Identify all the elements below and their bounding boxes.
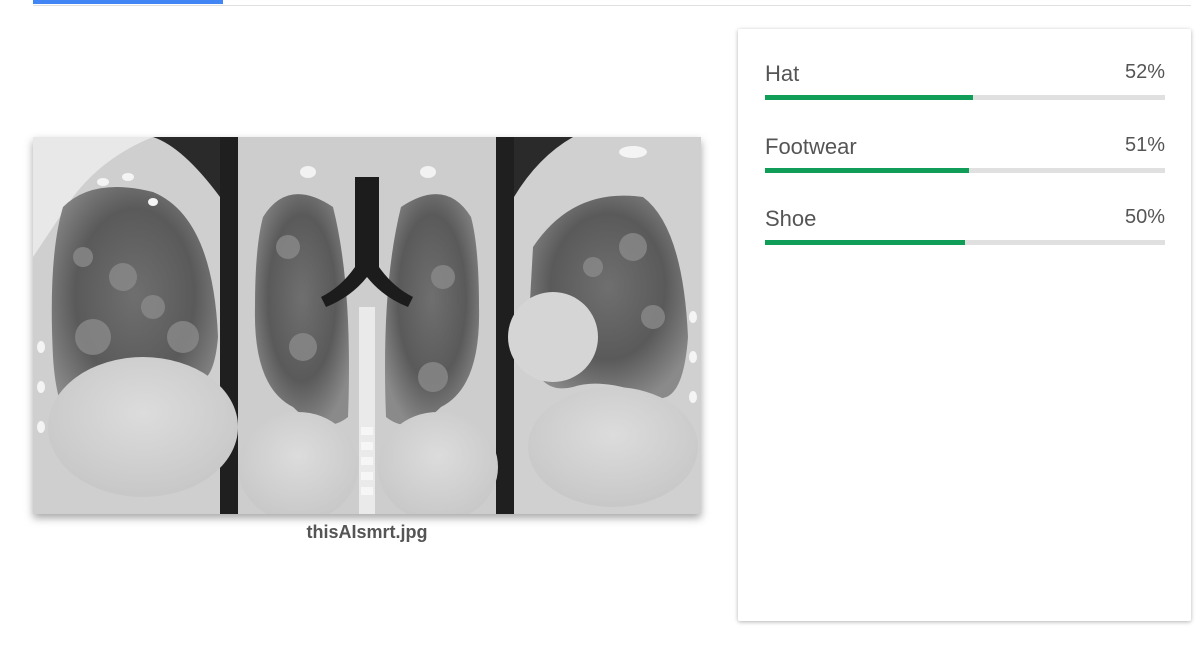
score-bar-fill <box>765 95 973 100</box>
image-preview <box>33 137 701 514</box>
label-score: 51% <box>1124 134 1165 156</box>
scan-panel-left <box>33 137 238 514</box>
score-bar-fill <box>765 168 969 173</box>
label-row-hat: Hat 52% <box>765 61 1165 105</box>
label-name: Shoe <box>765 206 817 231</box>
label-row-shoe: Shoe 50% <box>765 206 1165 250</box>
label-score: 52% <box>1124 61 1165 83</box>
score-bar-track <box>765 240 1165 245</box>
label-score: 50% <box>1124 206 1165 228</box>
active-tab-indicator[interactable] <box>33 0 223 4</box>
ct-scan-image <box>33 137 701 514</box>
label-name: Footwear <box>765 134 857 159</box>
tab-strip <box>33 0 1191 6</box>
label-name: Hat <box>765 61 800 86</box>
page: thisAIsmrt.jpg Hat 52% Footwear 51% Shoe… <box>0 0 1200 667</box>
score-bar-track <box>765 168 1165 173</box>
scan-panel-center <box>238 137 498 514</box>
image-filename: thisAIsmrt.jpg <box>306 522 428 542</box>
score-bar-fill <box>765 240 965 245</box>
score-bar-track <box>765 95 1165 100</box>
label-results-card: Hat 52% Footwear 51% Shoe 50% <box>738 29 1191 621</box>
label-row-footwear: Footwear 51% <box>765 134 1165 178</box>
scan-panel-right <box>508 137 701 514</box>
